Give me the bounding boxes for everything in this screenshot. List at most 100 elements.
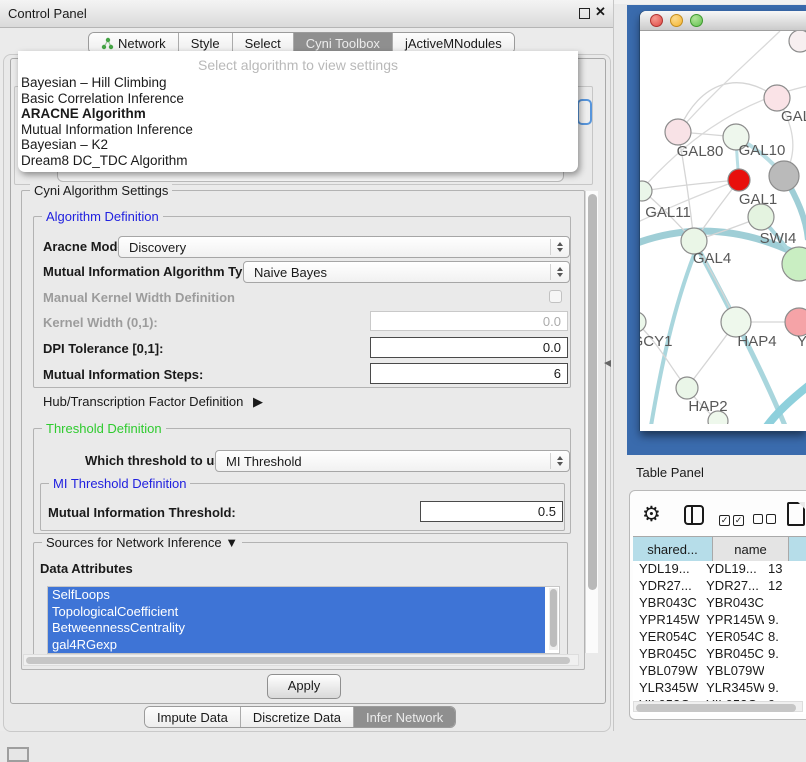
- hub-section-toggle[interactable]: Hub/Transcription Factor Definition ▶: [43, 394, 263, 410]
- attributes-scrollbar-thumb[interactable]: [550, 589, 557, 647]
- network-node-unlabeled[interactable]: [769, 161, 799, 191]
- close-icon[interactable]: ✕: [595, 4, 606, 20]
- column-header-shared-name[interactable]: shared...: [633, 537, 713, 561]
- threshold-definition-legend: Threshold Definition: [42, 421, 166, 436]
- column-header-name[interactable]: name: [713, 537, 789, 561]
- tab-style[interactable]: Style: [178, 33, 232, 53]
- document-icon[interactable]: [787, 502, 805, 526]
- tab-style-label: Style: [191, 36, 220, 51]
- table-cell: 8.: [764, 629, 806, 646]
- tab-network[interactable]: Network: [89, 33, 178, 53]
- algo-item-mutual-information[interactable]: Mutual Information Inference: [18, 122, 578, 138]
- table-cell: YER054C: [700, 629, 764, 646]
- combo-arrows-icon: [550, 239, 569, 255]
- network-node-gal1[interactable]: [728, 169, 750, 191]
- minimize-traffic-light[interactable]: [670, 14, 683, 27]
- table-hscrollbar-thumb[interactable]: [636, 704, 796, 712]
- which-threshold-label: Which threshold to use:: [85, 453, 233, 468]
- attr-item-gal4rgexp[interactable]: gal4RGexp: [48, 637, 545, 654]
- table-cell: YBL079W: [633, 663, 700, 680]
- algo-item-bayesian-k2[interactable]: Bayesian – K2: [18, 137, 578, 153]
- table-row[interactable]: YDR27...YDR27...12: [633, 578, 806, 595]
- network-node-label: SWI4: [760, 230, 797, 247]
- table-row[interactable]: YBR043CYBR043C: [633, 595, 806, 612]
- table-row[interactable]: YDL19...YDL19...13: [633, 561, 806, 578]
- network-node-label: GAL11: [645, 204, 691, 221]
- network-node-y[interactable]: [785, 308, 806, 336]
- unchecked-box-icon: [753, 514, 763, 524]
- table-cell: YPR145W: [700, 612, 764, 629]
- network-node-gcy1[interactable]: [640, 312, 646, 332]
- table-row[interactable]: YLR345WYLR345W9.: [633, 680, 806, 697]
- column-header-extra[interactable]: A: [789, 537, 806, 561]
- expanded-arrow-icon[interactable]: ▼: [225, 535, 238, 550]
- tab-infer-network-label: Infer Network: [366, 710, 443, 725]
- table-row[interactable]: YPR145WYPR145W9.: [633, 612, 806, 629]
- settings-hscrollbar-thumb[interactable]: [26, 657, 570, 664]
- table-row[interactable]: YBR045CYBR045C9.: [633, 646, 806, 663]
- table-cell: 9.: [764, 612, 806, 629]
- data-attributes-label: Data Attributes: [40, 561, 133, 576]
- attr-item-selfloops[interactable]: SelfLoops: [48, 587, 545, 604]
- tab-cyni-toolbox[interactable]: Cyni Toolbox: [293, 33, 392, 53]
- tab-jactivemnodules-label: jActiveMNodules: [405, 36, 502, 51]
- column-pane-icon[interactable]: [684, 505, 704, 525]
- table-cell: YBL079W: [700, 663, 764, 680]
- kernel-width-label: Kernel Width (0,1):: [43, 315, 158, 330]
- attr-item-betweennesscentrality[interactable]: BetweennessCentrality: [48, 620, 545, 637]
- network-node-hap2[interactable]: [676, 377, 698, 399]
- close-traffic-light[interactable]: [650, 14, 663, 27]
- float-window-icon[interactable]: [579, 8, 590, 19]
- cyni-algorithm-settings-legend: Cyni Algorithm Settings: [30, 183, 172, 198]
- table-horizontal-scrollbar[interactable]: [633, 701, 803, 712]
- tab-select[interactable]: Select: [232, 33, 293, 53]
- deselect-all-checkboxes-icon[interactable]: [753, 511, 779, 529]
- settings-vertical-scrollbar[interactable]: [585, 191, 598, 653]
- kernel-width-field[interactable]: 0.0: [370, 311, 568, 331]
- attributes-vertical-scrollbar[interactable]: [549, 588, 558, 650]
- zoom-traffic-light[interactable]: [690, 14, 703, 27]
- algo-item-aracne[interactable]: ARACNE Algorithm: [18, 106, 578, 122]
- tab-infer-network[interactable]: Infer Network: [353, 707, 455, 727]
- settings-horizontal-scrollbar[interactable]: [23, 654, 579, 666]
- table-cell: YBR045C: [633, 646, 700, 663]
- checked-box-icon: ✓: [719, 515, 730, 526]
- collapsed-arrow-icon[interactable]: ▶: [253, 394, 263, 409]
- aracne-mode-combo[interactable]: Discovery: [118, 236, 570, 258]
- table-row[interactable]: YBL079WYBL079W: [633, 663, 806, 680]
- tab-discretize-data[interactable]: Discretize Data: [240, 707, 353, 727]
- algo-item-dream8[interactable]: Dream8 DC_TDC Algorithm: [18, 153, 578, 169]
- network-canvas[interactable]: GAL7GAL80GAL10GAL1GAL11SWI4GAL4GCY1HAP4Y…: [640, 31, 806, 424]
- algo-item-bayesian-hill-climbing[interactable]: Bayesian – Hill Climbing: [18, 75, 578, 91]
- network-edge[interactable]: [640, 322, 687, 388]
- tab-discretize-data-label: Discretize Data: [253, 710, 341, 725]
- mi-steps-field[interactable]: 6: [370, 363, 568, 384]
- settings-vscrollbar-thumb[interactable]: [588, 194, 597, 590]
- which-threshold-value: MI Threshold: [216, 454, 550, 469]
- combo-arrows-icon: [550, 453, 569, 469]
- mi-threshold-label: Mutual Information Threshold:: [48, 505, 236, 520]
- network-node-unlabeled[interactable]: [789, 31, 806, 52]
- corner-widget-icon[interactable]: [7, 747, 29, 762]
- attr-item-topologicalcoefficient[interactable]: TopologicalCoefficient: [48, 604, 545, 621]
- network-node-gal80[interactable]: [665, 119, 691, 145]
- network-edge[interactable]: [678, 83, 777, 132]
- mi-type-label: Mutual Information Algorithm Type:: [43, 264, 262, 279]
- network-window-titlebar[interactable]: [640, 11, 806, 31]
- gear-icon[interactable]: ⚙: [642, 502, 661, 528]
- algo-item-basic-correlation[interactable]: Basic Correlation Inference: [18, 91, 578, 107]
- table-row[interactable]: YER054CYER054C8.: [633, 629, 806, 646]
- mi-type-combo[interactable]: Naive Bayes: [243, 261, 570, 283]
- select-all-checkboxes-icon[interactable]: ✓✓: [719, 510, 747, 528]
- screenshot-root: Control Panel ✕ Network Style Select Cy: [0, 0, 806, 762]
- checked-box-icon: ✓: [733, 515, 744, 526]
- which-threshold-combo[interactable]: MI Threshold: [215, 450, 570, 472]
- tab-jactivemnodules[interactable]: jActiveMNodules: [392, 33, 514, 53]
- dpi-tolerance-field[interactable]: 0.0: [370, 337, 568, 358]
- manual-kernel-checkbox[interactable]: [549, 290, 562, 303]
- mi-threshold-field[interactable]: 0.5: [420, 501, 563, 522]
- network-node-swi4[interactable]: [748, 204, 774, 230]
- focused-combo-arrow[interactable]: [577, 99, 592, 125]
- tab-impute-data[interactable]: Impute Data: [145, 707, 240, 727]
- apply-button[interactable]: Apply: [267, 674, 341, 699]
